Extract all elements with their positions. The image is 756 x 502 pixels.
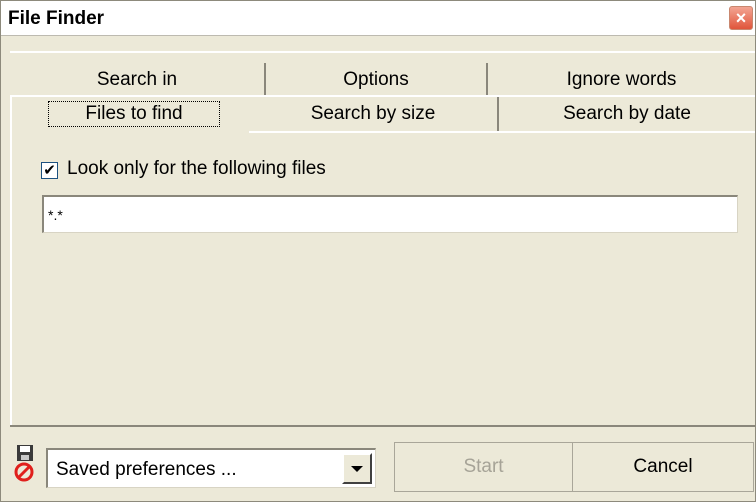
tab-ignore-words[interactable]: Ignore words: [488, 63, 755, 97]
tab-label: Search in: [96, 69, 178, 90]
panel-bottom-edge: [10, 425, 755, 427]
tab-row2-bottom-edge: [249, 131, 755, 133]
tab-label: Files to find: [48, 101, 220, 127]
tab-row-divider: [10, 51, 755, 53]
cancel-label: Cancel: [633, 456, 693, 477]
tab-search-by-size[interactable]: Search by size: [249, 97, 499, 131]
tab-options[interactable]: Options: [266, 63, 488, 97]
file-finder-window: File Finder × Search in Options Ignore w…: [0, 0, 756, 502]
select-value: Saved preferences ...: [56, 459, 237, 480]
saved-preferences-select[interactable]: Saved preferences ...: [46, 448, 376, 488]
floppy-disk-icon: [14, 445, 34, 482]
close-icon: ×: [735, 7, 747, 28]
tab-label: Search by date: [563, 103, 691, 124]
chevron-down-icon: [351, 465, 363, 472]
window-title: File Finder: [8, 8, 105, 29]
look-only-checkbox[interactable]: ✔: [41, 162, 58, 179]
panel-left-edge: [10, 97, 12, 425]
tab-label: Options: [343, 69, 409, 90]
tab-search-in[interactable]: Search in: [10, 63, 266, 97]
close-button[interactable]: ×: [729, 6, 753, 30]
tab-label: Search by size: [310, 103, 436, 124]
look-only-label: Look only for the following files: [67, 158, 326, 179]
start-label: Start: [463, 456, 504, 477]
title-bar[interactable]: File Finder ×: [1, 1, 755, 36]
dropdown-button[interactable]: [342, 453, 372, 484]
tab-label: Ignore words: [566, 69, 677, 90]
cancel-button[interactable]: Cancel: [572, 442, 754, 492]
file-pattern-input[interactable]: [42, 195, 738, 233]
checkmark-icon: ✔: [43, 162, 56, 179]
start-button[interactable]: Start: [394, 442, 572, 492]
tab-search-by-date[interactable]: Search by date: [499, 97, 755, 131]
tab-files-to-find[interactable]: Files to find: [19, 97, 249, 131]
